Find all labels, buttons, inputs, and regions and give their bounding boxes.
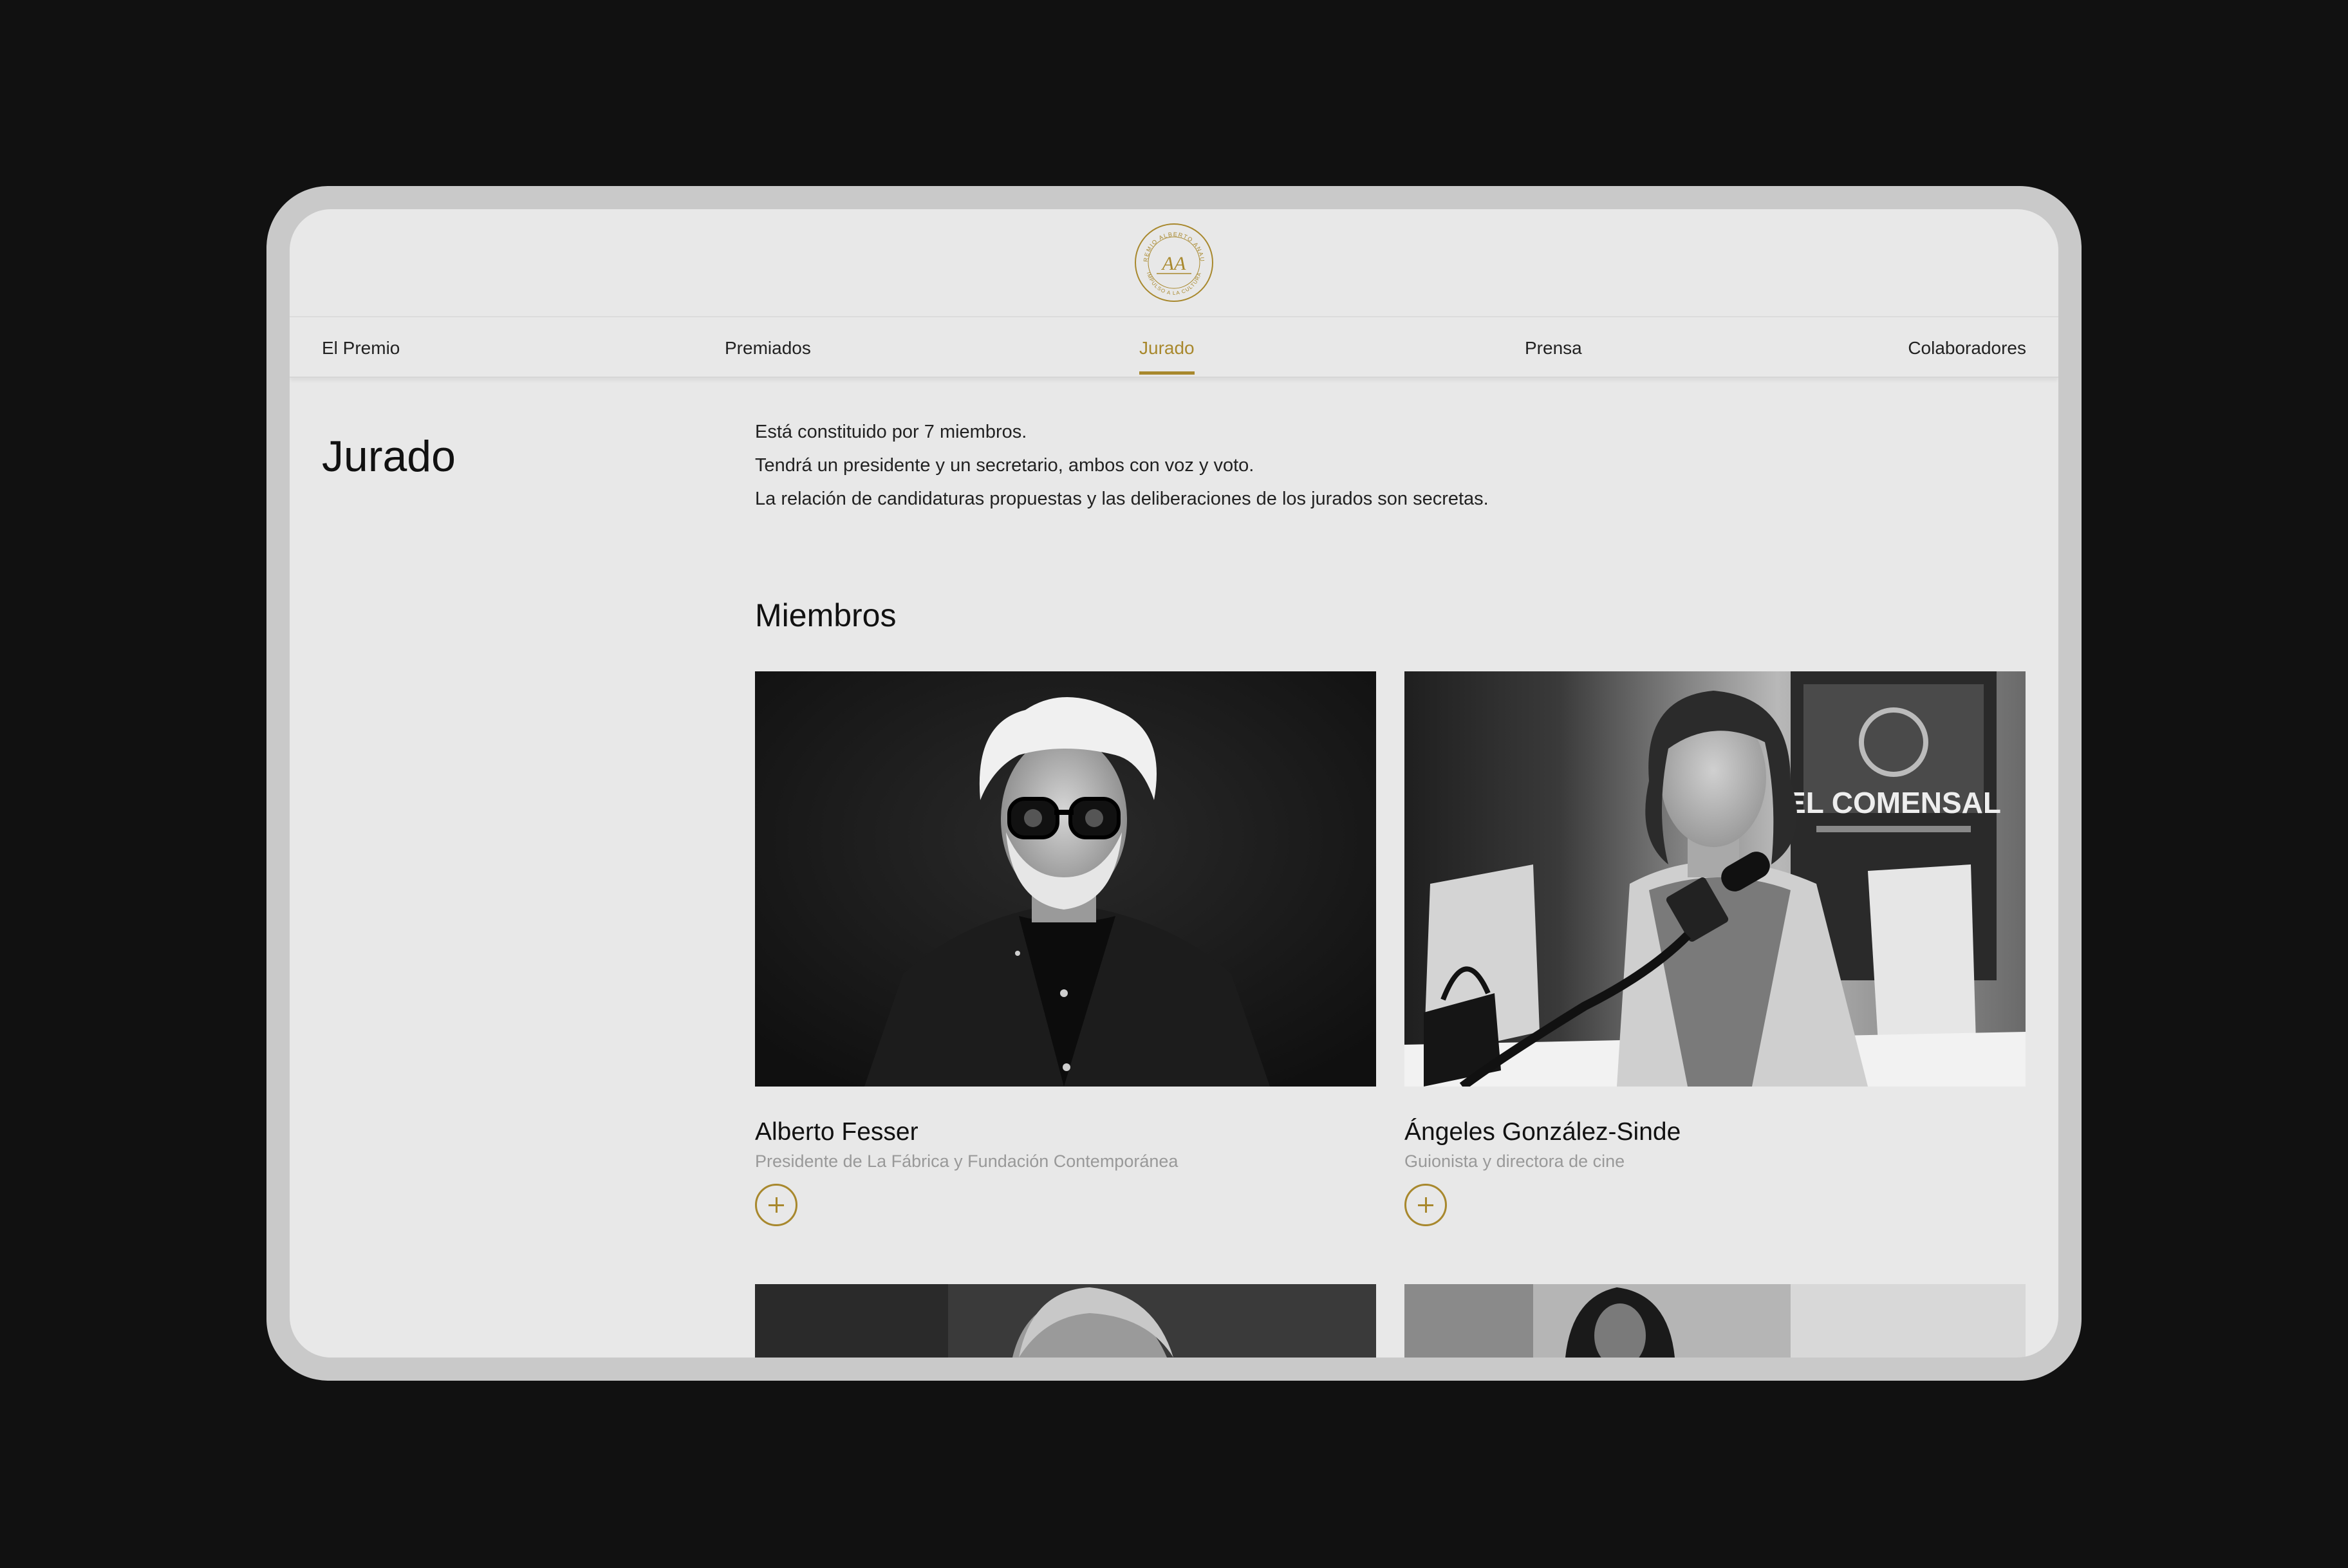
member-card: EL COMENSAL Ángeles González-Sinde Guion… xyxy=(1404,671,2026,1226)
member-photo[interactable] xyxy=(1404,1284,2026,1358)
nav-active-indicator xyxy=(1139,371,1195,375)
site-header: PREMIO ALBERTO ANAUT IMPULSO A LA CULTUR… xyxy=(290,209,2058,317)
svg-text:IMPULSO A LA CULTURA: IMPULSO A LA CULTURA xyxy=(1146,272,1202,296)
page-title: Jurado xyxy=(322,432,456,481)
nav-prensa[interactable]: Prensa xyxy=(1525,338,1582,359)
member-photo[interactable] xyxy=(755,671,1376,1087)
browser-viewport: PREMIO ALBERTO ANAUT IMPULSO A LA CULTUR… xyxy=(290,209,2058,1358)
intro-line: Tendrá un presidente y un secretario, am… xyxy=(755,455,1254,476)
poster-text: EL COMENSAL xyxy=(1786,786,2001,819)
member-role: Presidente de La Fábrica y Fundación Con… xyxy=(755,1152,1179,1171)
member-name: Ángeles González-Sinde xyxy=(1404,1118,1681,1146)
svg-text:AA: AA xyxy=(1161,253,1186,274)
member-card: Alberto Fesser Presidente de La Fábrica … xyxy=(755,671,1376,1226)
member-photo[interactable]: EL COMENSAL xyxy=(1404,671,2026,1087)
main-nav: El Premio Premiados Jurado Prensa Colabo… xyxy=(290,317,2058,378)
nav-el-premio[interactable]: El Premio xyxy=(322,338,400,359)
tablet-frame: PREMIO ALBERTO ANAUT IMPULSO A LA CULTUR… xyxy=(266,186,2082,1381)
intro-text: Está constituido por 7 miembros. Tendrá … xyxy=(755,415,1489,516)
member-expand-plus-icon[interactable] xyxy=(755,1184,797,1226)
intro-line: Está constituido por 7 miembros. xyxy=(755,422,1027,442)
nav-jurado[interactable]: Jurado xyxy=(1139,338,1195,359)
member-expand-plus-icon[interactable] xyxy=(1404,1184,1447,1226)
nav-premiados[interactable]: Premiados xyxy=(725,338,811,359)
members-heading: Miembros xyxy=(755,597,897,633)
member-role: Guionista y directora de cine xyxy=(1404,1152,1625,1171)
nav-colaboradores[interactable]: Colaboradores xyxy=(1908,338,2026,359)
member-name: Alberto Fesser xyxy=(755,1118,918,1146)
intro-line: La relación de candidaturas propuestas y… xyxy=(755,489,1489,509)
member-photo[interactable] xyxy=(755,1284,1376,1358)
premio-logo[interactable]: PREMIO ALBERTO ANAUT IMPULSO A LA CULTUR… xyxy=(1133,222,1215,303)
